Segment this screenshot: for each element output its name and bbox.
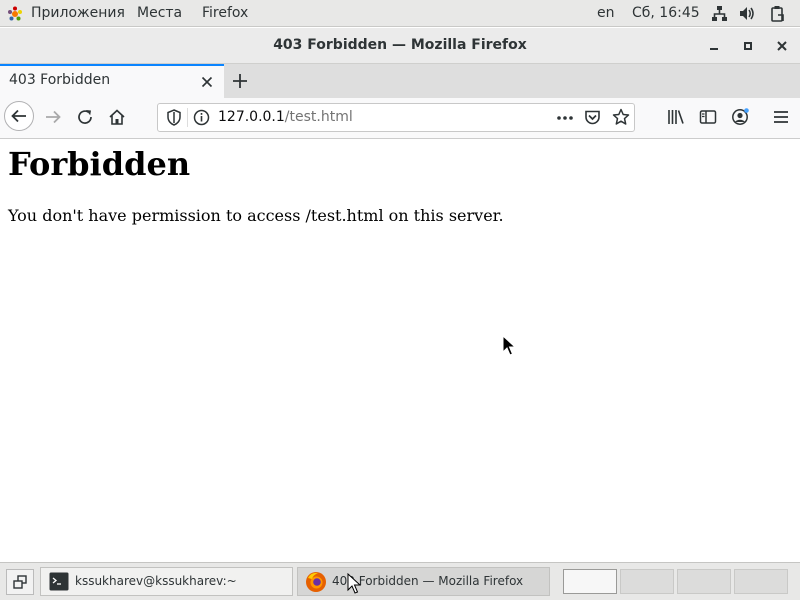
- workspace-4[interactable]: [734, 569, 788, 594]
- mouse-cursor-icon: [502, 335, 516, 356]
- window-titlebar[interactable]: 403 Forbidden — Mozilla Firefox: [0, 28, 800, 64]
- account-icon[interactable]: [731, 108, 749, 126]
- workspace-2[interactable]: [620, 569, 674, 594]
- shield-icon[interactable]: [166, 109, 182, 126]
- page-heading: Forbidden: [8, 145, 191, 183]
- tab-403-forbidden[interactable]: 403 Forbidden: [0, 64, 224, 98]
- active-app-menu[interactable]: Firefox: [202, 0, 248, 27]
- close-icon[interactable]: [773, 37, 791, 55]
- window-list-icon: [13, 575, 27, 589]
- workspace-1[interactable]: [563, 569, 617, 594]
- pocket-icon[interactable]: [584, 109, 601, 126]
- top-bar: Приложения Места Firefox en Сб, 16:45: [0, 0, 800, 27]
- tab-strip: 403 Forbidden: [0, 64, 800, 98]
- tab-title: 403 Forbidden: [9, 72, 111, 88]
- keyboard-layout-indicator[interactable]: en: [597, 0, 615, 26]
- taskbar-item-label: kssukharev@kssukharev:~: [75, 574, 237, 588]
- taskbar-item-firefox[interactable]: 403 Forbidden — Mozilla Firefox: [297, 567, 550, 596]
- taskbar: kssukharev@kssukharev:~ 403 Forbidden — …: [0, 562, 800, 600]
- terminal-icon: [49, 572, 69, 591]
- navigation-toolbar: 127.0.0.1/test.html: [0, 98, 800, 139]
- places-menu[interactable]: Места: [137, 0, 182, 27]
- url-bar-divider: [187, 108, 188, 127]
- info-icon[interactable]: [193, 109, 210, 126]
- workspace-3[interactable]: [677, 569, 731, 594]
- back-button[interactable]: [4, 101, 34, 131]
- maximize-icon[interactable]: [739, 37, 757, 55]
- sidebar-icon[interactable]: [699, 108, 717, 126]
- show-desktop-button[interactable]: [6, 569, 34, 595]
- window-title: 403 Forbidden — Mozilla Firefox: [273, 37, 527, 53]
- minimize-icon[interactable]: [705, 37, 723, 55]
- reload-icon[interactable]: [76, 108, 94, 126]
- taskbar-item-terminal[interactable]: kssukharev@kssukharev:~: [40, 567, 293, 596]
- mouse-cursor-icon: [347, 573, 361, 594]
- hamburger-menu-icon[interactable]: [772, 108, 790, 126]
- page-content: Forbidden You don't have permission to a…: [0, 139, 800, 562]
- applications-icon: [8, 6, 22, 21]
- tab-close-icon[interactable]: [199, 74, 215, 90]
- network-icon[interactable]: [711, 5, 728, 22]
- back-arrow-icon: [11, 109, 26, 123]
- page-actions-icon[interactable]: [556, 110, 574, 126]
- bookmark-star-icon[interactable]: [612, 108, 630, 126]
- library-icon[interactable]: [667, 108, 685, 126]
- url-path: /test.html: [284, 109, 353, 125]
- volume-icon[interactable]: [739, 5, 756, 22]
- clipboard-icon[interactable]: [769, 5, 786, 22]
- url-bar[interactable]: 127.0.0.1/test.html: [157, 103, 635, 132]
- clock[interactable]: Сб, 16:45: [632, 0, 700, 26]
- url-host: 127.0.0.1: [218, 109, 285, 125]
- firefox-icon: [306, 572, 326, 592]
- forward-arrow-icon[interactable]: [44, 108, 62, 126]
- home-icon[interactable]: [108, 108, 126, 126]
- page-message: You don't have permission to access /tes…: [8, 206, 504, 225]
- applications-menu[interactable]: Приложения: [31, 0, 125, 27]
- new-tab-icon[interactable]: [230, 71, 250, 91]
- url-text[interactable]: 127.0.0.1/test.html: [218, 109, 353, 125]
